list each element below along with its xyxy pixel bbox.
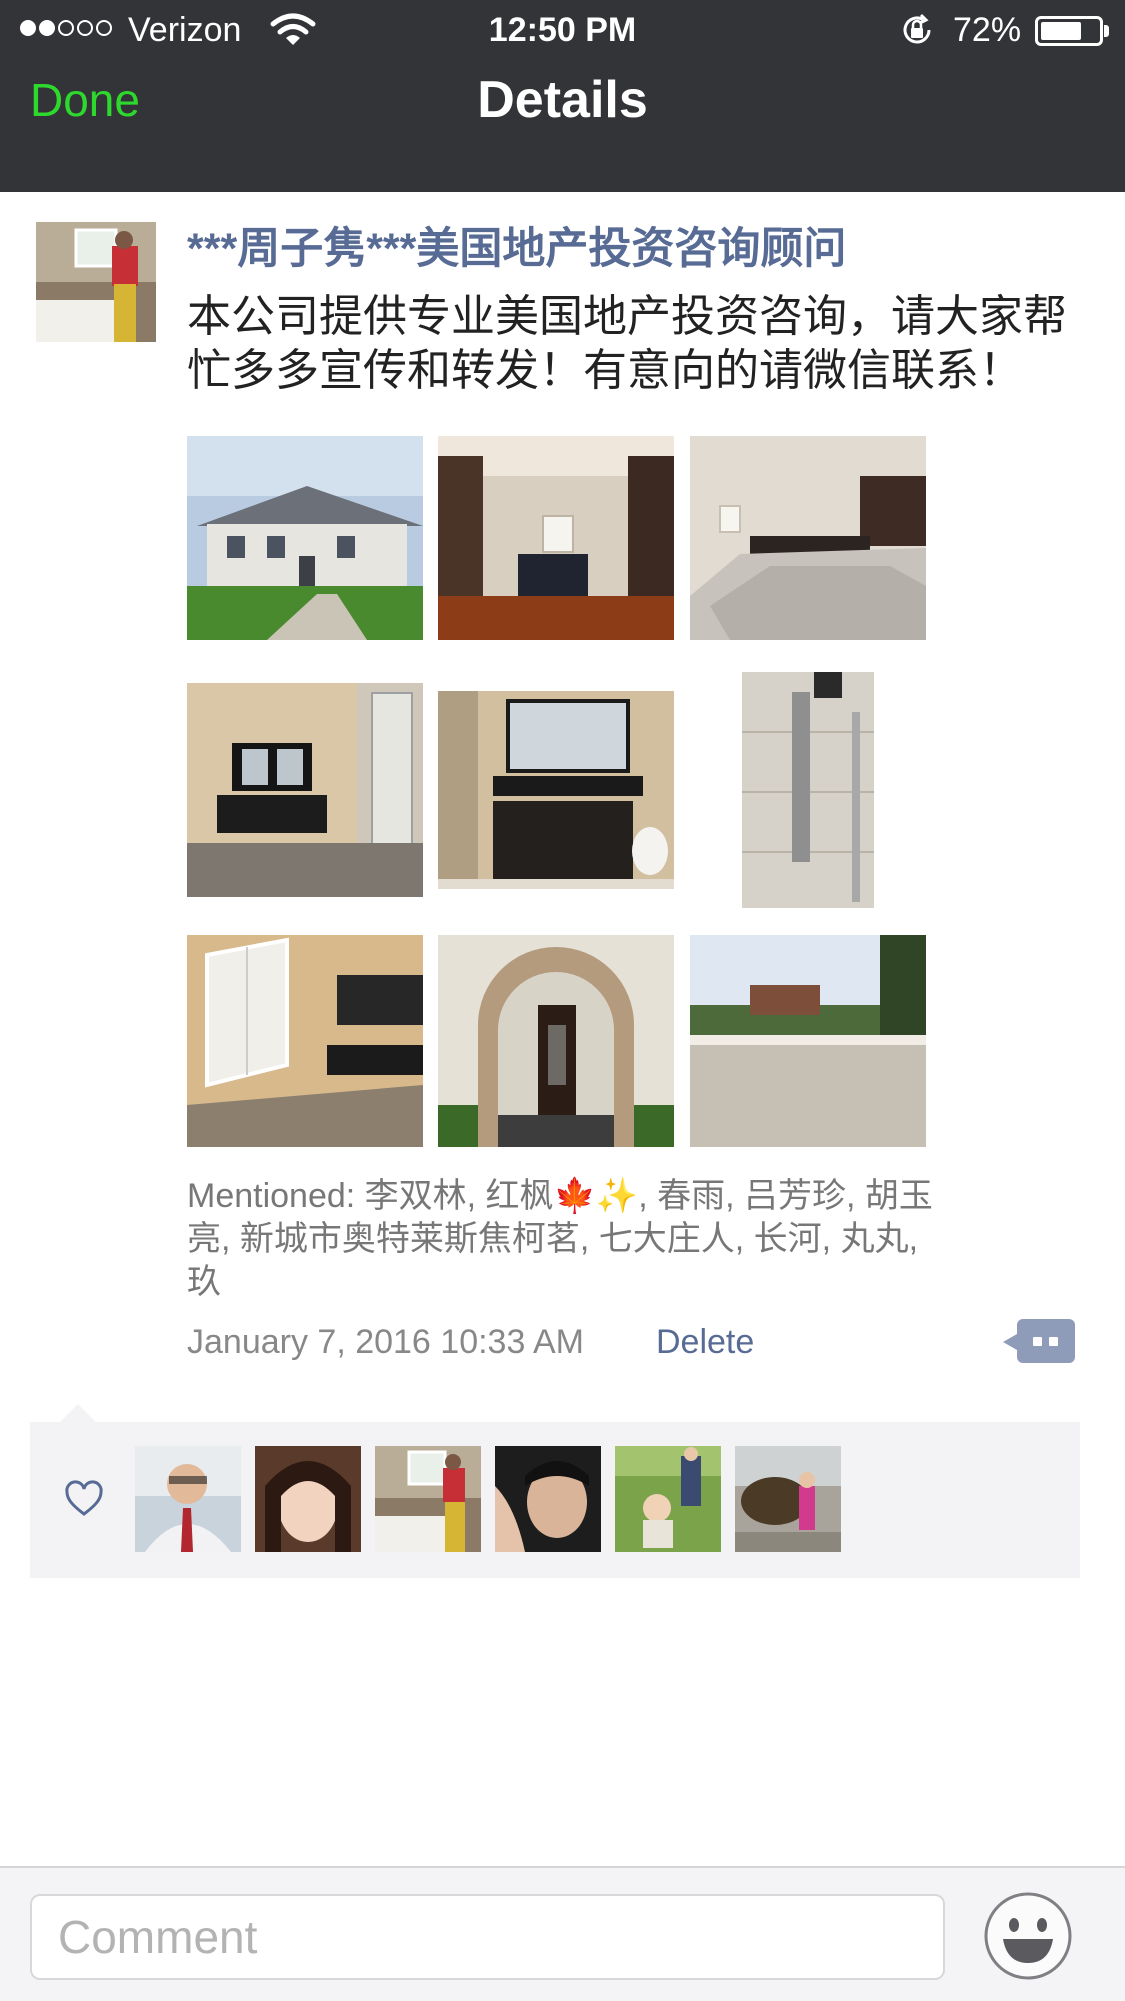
- comment-menu-button[interactable]: [1003, 1319, 1075, 1363]
- comment-input[interactable]: [30, 1894, 945, 1980]
- page-title: Details: [477, 71, 648, 129]
- post-image-kitchen[interactable]: [438, 436, 674, 640]
- heart-icon: [65, 1480, 103, 1516]
- post-text: 本公司提供专业美国地产投资咨询，请大家帮忙多多宣传和转发！有意向的请微信联系！: [187, 292, 1067, 395]
- liker-avatar[interactable]: [255, 1446, 361, 1552]
- mentioned-list: Mentioned: 李双林, 红枫🍁✨, 春雨, 吕芳珍, 胡玉亮, 新城市奥…: [187, 1177, 933, 1301]
- rotation-lock-icon: [903, 13, 931, 44]
- comment-bar: [0, 1866, 1125, 2001]
- likes-panel: [30, 1422, 1080, 1578]
- liker-avatar[interactable]: [135, 1446, 241, 1552]
- post-image-bathroom-sink[interactable]: [438, 691, 674, 889]
- battery-icon: [1035, 16, 1103, 46]
- delete-button[interactable]: Delete: [656, 1319, 754, 1365]
- liker-avatar[interactable]: [615, 1446, 721, 1552]
- battery-tip: [1104, 25, 1109, 37]
- liker-avatar[interactable]: [375, 1446, 481, 1552]
- likes-caret: [60, 1404, 96, 1422]
- smiley-icon[interactable]: [983, 1891, 1073, 1981]
- top-bar: Verizon 12:50 PM 72% Done Details: [0, 0, 1125, 192]
- status-bar: Verizon 12:50 PM 72%: [0, 0, 1125, 62]
- author-avatar[interactable]: [36, 222, 156, 342]
- post-image-house-exterior[interactable]: [187, 436, 423, 640]
- liker-avatar[interactable]: [495, 1446, 601, 1552]
- battery-percent: 72%: [953, 11, 1022, 49]
- post-image-front-door[interactable]: [438, 935, 674, 1147]
- post-image-kitchen-counter[interactable]: [690, 436, 926, 640]
- post-image-bathroom-vanity[interactable]: [187, 683, 423, 897]
- liker-avatar[interactable]: [735, 1446, 841, 1552]
- post-timestamp: January 7, 2016 10:33 AM: [187, 1323, 584, 1361]
- post-image-backyard-deck[interactable]: [690, 935, 926, 1147]
- author-name[interactable]: ***周子隽***美国地产投资咨询顾问: [187, 222, 846, 276]
- post-image-shower[interactable]: [742, 672, 874, 908]
- post-image-bathroom-window[interactable]: [187, 935, 423, 1147]
